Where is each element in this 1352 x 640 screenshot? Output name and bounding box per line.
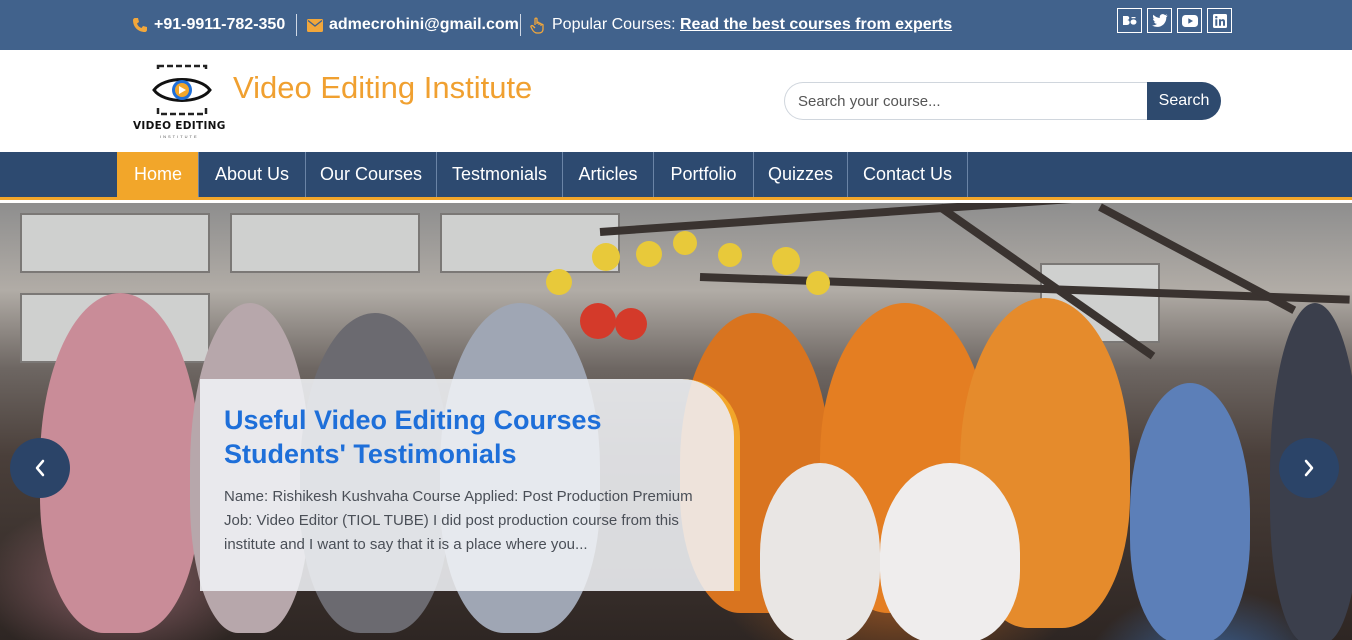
- caption-text: Name: Rishikesh Kushvaha Course Applied:…: [224, 488, 693, 553]
- nav-item-portfolio[interactable]: Portfolio: [653, 152, 753, 197]
- top-bar: +91-9911-782-350 admecrohini@gmail.com P…: [0, 0, 1352, 50]
- search-button[interactable]: Search: [1147, 82, 1221, 120]
- linkedin-icon[interactable]: [1207, 8, 1232, 33]
- divider: [296, 14, 297, 36]
- popular-courses-link[interactable]: Read the best courses from experts: [680, 16, 952, 34]
- phone-icon: [132, 17, 148, 33]
- hero-slider: Useful Video Editing Courses Students' T…: [0, 203, 1352, 640]
- youtube-icon[interactable]: [1177, 8, 1202, 33]
- email-contact[interactable]: admecrohini@gmail.com: [307, 0, 519, 50]
- site-header: VIDEO EDITING INSTITUTE Video Editing In…: [0, 50, 1352, 152]
- site-title[interactable]: Video Editing Institute: [233, 70, 532, 106]
- nav-item-articles[interactable]: Articles: [562, 152, 653, 197]
- popular-courses: Popular Courses:: [530, 0, 676, 50]
- nav-item-quizzes[interactable]: Quizzes: [753, 152, 847, 197]
- caption-title[interactable]: Useful Video Editing Courses Students' T…: [224, 403, 644, 471]
- testimonial-caption: Useful Video Editing Courses Students' T…: [200, 379, 740, 591]
- popular-courses-label: Popular Courses:: [552, 16, 676, 33]
- search-input[interactable]: [784, 82, 1148, 120]
- phone-contact[interactable]: +91-9911-782-350: [132, 0, 285, 50]
- logo-subtext: INSTITUTE: [160, 134, 199, 139]
- nav-item-contact-us[interactable]: Contact Us: [847, 152, 967, 197]
- nav-divider: [967, 152, 968, 197]
- slider-prev-button[interactable]: [10, 438, 70, 498]
- nav-item-about-us[interactable]: About Us: [198, 152, 305, 197]
- popular-courses-link-wrap: Read the best courses from experts: [680, 0, 952, 50]
- behance-icon[interactable]: [1117, 8, 1142, 33]
- nav-item-home[interactable]: Home: [117, 152, 199, 197]
- video-eye-logo-icon: [152, 64, 212, 116]
- email-address: admecrohini@gmail.com: [329, 16, 519, 33]
- logo-text: VIDEO EDITING: [133, 120, 226, 132]
- site-logo[interactable]: VIDEO EDITING INSTITUTE: [130, 62, 236, 142]
- chevron-right-icon: [1304, 459, 1314, 477]
- phone-number: +91-9911-782-350: [154, 16, 286, 33]
- envelope-icon: [307, 18, 323, 32]
- slider-next-button[interactable]: [1279, 438, 1339, 498]
- pointer-hand-icon: [530, 16, 546, 34]
- main-nav: Home About Us Our Courses Testmonials Ar…: [0, 152, 1352, 200]
- nav-item-our-courses[interactable]: Our Courses: [305, 152, 436, 197]
- twitter-icon[interactable]: [1147, 8, 1172, 33]
- nav-item-testimonials[interactable]: Testmonials: [436, 152, 562, 197]
- chevron-left-icon: [35, 459, 45, 477]
- divider: [520, 14, 521, 36]
